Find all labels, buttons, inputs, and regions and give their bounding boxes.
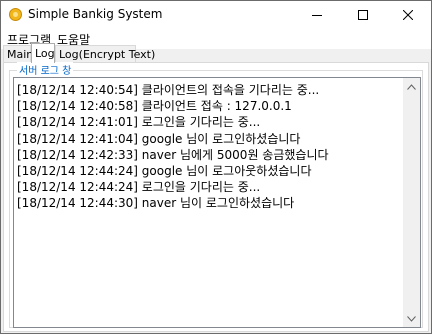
server-log-group-label: 서버 로그 창 xyxy=(17,62,74,77)
server-log-listbox[interactable]: [18/12/14 12:40:54] 클라이언트의 접속을 기다리는 중...… xyxy=(13,77,421,328)
log-tab-panel: 서버 로그 창 [18/12/14 12:40:54] 클라이언트의 접속을 기… xyxy=(3,62,429,332)
log-line[interactable]: [18/12/14 12:44:24] 로그인을 기다리는 중... xyxy=(17,179,402,195)
tab-log-encrypt[interactable]: Log(Encrypt Text) xyxy=(55,45,155,62)
log-line[interactable]: [18/12/14 12:42:33] naver 님에게 5000원 송금했습… xyxy=(17,147,402,163)
close-button[interactable] xyxy=(385,1,431,29)
maximize-icon xyxy=(358,10,368,20)
log-line[interactable]: [18/12/14 12:41:01] 로그인을 기다리는 중... xyxy=(17,114,402,130)
maximize-button[interactable] xyxy=(340,1,386,29)
log-line[interactable]: [18/12/14 12:41:04] google 님이 로그인하셨습니다 xyxy=(17,131,402,147)
log-line[interactable]: [18/12/14 12:44:30] naver 님이 로그인하셨습니다 xyxy=(17,195,402,211)
vertical-scrollbar[interactable] xyxy=(403,78,420,327)
minimize-icon xyxy=(312,15,322,16)
log-line[interactable]: [18/12/14 12:44:24] google 님이 로그아웃하셨습니다 xyxy=(17,163,402,179)
tab-log[interactable]: Log xyxy=(31,43,55,63)
log-list: [18/12/14 12:40:54] 클라이언트의 접속을 기다리는 중...… xyxy=(14,78,402,212)
log-line[interactable]: [18/12/14 12:40:54] 클라이언트의 접속을 기다리는 중... xyxy=(17,82,402,98)
close-icon xyxy=(403,10,413,20)
window-title: Simple Bankig System xyxy=(28,7,163,21)
scroll-up-button[interactable] xyxy=(403,78,420,95)
chevron-up-icon xyxy=(407,83,416,90)
tab-main[interactable]: Main xyxy=(3,45,33,62)
coin-icon xyxy=(9,8,22,21)
chevron-down-icon xyxy=(407,315,416,322)
minimize-button[interactable] xyxy=(294,1,340,29)
app-window: Simple Bankig System 프로그램 도움말 Main Log L… xyxy=(0,0,432,334)
title-bar[interactable]: Simple Bankig System xyxy=(1,1,431,29)
log-line[interactable]: [18/12/14 12:40:58] 클라이언트 접속 : 127.0.0.1 xyxy=(17,98,402,114)
scroll-down-button[interactable] xyxy=(403,310,420,327)
